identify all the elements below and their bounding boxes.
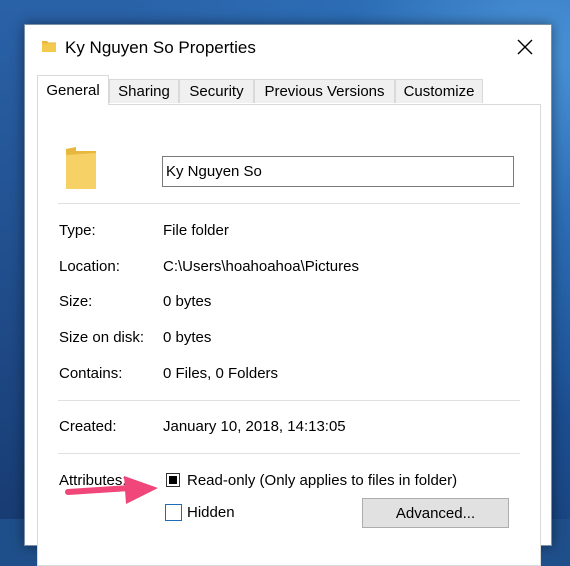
- tab-sharing[interactable]: Sharing: [109, 79, 179, 103]
- tab-previous-versions-label: Previous Versions: [264, 83, 385, 100]
- readonly-label: Read-only (Only applies to files in fold…: [187, 472, 458, 489]
- created-value: January 10, 2018, 14:13:05: [163, 418, 346, 435]
- separator: [58, 453, 520, 454]
- close-button[interactable]: [511, 35, 539, 59]
- location-value: C:\Users\hoahoahoa\Pictures: [163, 258, 359, 275]
- location-label: Location:: [59, 258, 120, 275]
- folder-large-icon: [66, 147, 96, 189]
- size-label: Size:: [59, 293, 93, 310]
- hidden-label: Hidden: [187, 504, 235, 521]
- advanced-button[interactable]: Advanced...: [362, 498, 509, 528]
- size-on-disk-value: 0 bytes: [163, 329, 212, 346]
- tab-sharing-label: Sharing: [118, 83, 170, 100]
- type-value: File folder: [163, 222, 229, 239]
- type-label: Type:: [59, 222, 96, 239]
- tab-previous-versions[interactable]: Previous Versions: [254, 79, 395, 103]
- tab-customize[interactable]: Customize: [395, 79, 483, 103]
- tab-security-label: Security: [189, 83, 244, 100]
- tab-security[interactable]: Security: [179, 79, 254, 103]
- size-on-disk-label: Size on disk:: [59, 329, 145, 346]
- size-value: 0 bytes: [163, 293, 212, 310]
- folder-icon: [42, 41, 56, 52]
- readonly-checkbox[interactable]: [166, 473, 180, 487]
- tab-customize-label: Customize: [403, 83, 475, 100]
- window-title: Ky Nguyen So Properties: [65, 38, 256, 57]
- contains-label: Contains:: [59, 365, 123, 382]
- title-bar: Ky Nguyen So Properties: [25, 25, 551, 69]
- tab-general-label: General: [46, 82, 100, 99]
- created-label: Created:: [59, 418, 117, 435]
- separator: [58, 203, 520, 204]
- tab-general[interactable]: General: [37, 75, 109, 105]
- pointer-arrow-icon: [65, 476, 158, 504]
- folder-name-input[interactable]: [162, 156, 514, 187]
- close-icon: [517, 39, 533, 55]
- properties-dialog: Ky Nguyen So Properties General Sharing …: [24, 24, 552, 566]
- hidden-checkbox[interactable]: [165, 504, 182, 521]
- contains-value: 0 Files, 0 Folders: [163, 365, 279, 382]
- separator: [58, 400, 520, 401]
